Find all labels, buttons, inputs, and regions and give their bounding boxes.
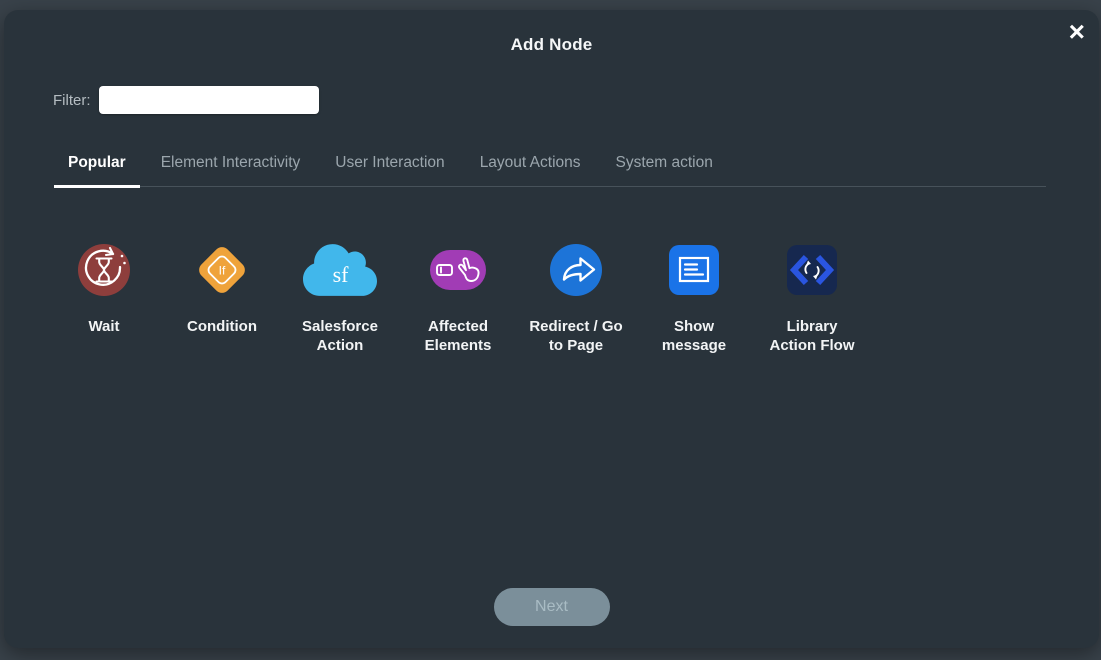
- tab-system-action[interactable]: System action: [602, 146, 727, 188]
- node-label: Show message: [661, 318, 727, 354]
- next-button[interactable]: Next: [493, 588, 610, 626]
- node-grid: Wait If Condition sf Salesforce Action A…: [45, 226, 871, 356]
- filter-input[interactable]: [98, 86, 319, 114]
- filter-label: Filter:: [53, 91, 91, 109]
- show-message-icon: [669, 245, 719, 295]
- tab-element-interactivity[interactable]: Element Interactivity: [147, 146, 315, 188]
- node-affected-elements[interactable]: Affected Elements: [399, 226, 517, 356]
- redirect-arrow-icon: [550, 244, 602, 296]
- node-condition[interactable]: If Condition: [163, 226, 281, 356]
- node-salesforce-action[interactable]: sf Salesforce Action: [281, 226, 399, 356]
- node-show-message[interactable]: Show message: [635, 226, 753, 356]
- filter-row: Filter:: [53, 86, 319, 114]
- node-label: Condition: [187, 318, 257, 335]
- condition-if-icon: If: [199, 247, 245, 293]
- node-library-action-flow[interactable]: Library Action Flow: [753, 226, 871, 356]
- add-node-modal: Add Node × Filter: Popular Element Inter…: [4, 10, 1099, 648]
- tab-layout-actions[interactable]: Layout Actions: [466, 146, 595, 188]
- tab-user-interaction[interactable]: User Interaction: [321, 146, 458, 188]
- tab-popular[interactable]: Popular: [54, 146, 140, 188]
- close-icon[interactable]: ×: [1069, 18, 1085, 46]
- node-label: Library Action Flow: [769, 318, 855, 354]
- modal-title: Add Node: [510, 35, 593, 54]
- node-label: Salesforce Action: [302, 318, 378, 354]
- node-label: Wait: [88, 318, 120, 335]
- svg-text:sf: sf: [333, 262, 350, 287]
- library-action-flow-icon: [787, 245, 837, 295]
- node-label: Redirect / Go to Page: [529, 318, 623, 354]
- node-label: Affected Elements: [424, 318, 492, 354]
- node-redirect-go-to-page[interactable]: Redirect / Go to Page: [517, 226, 635, 356]
- node-wait[interactable]: Wait: [45, 226, 163, 356]
- wait-hourglass-icon: [78, 244, 130, 296]
- salesforce-cloud-icon: sf: [303, 244, 377, 296]
- affected-elements-icon: [430, 250, 486, 290]
- tab-bar: Popular Element Interactivity User Inter…: [54, 146, 1046, 188]
- svg-text:If: If: [219, 264, 226, 278]
